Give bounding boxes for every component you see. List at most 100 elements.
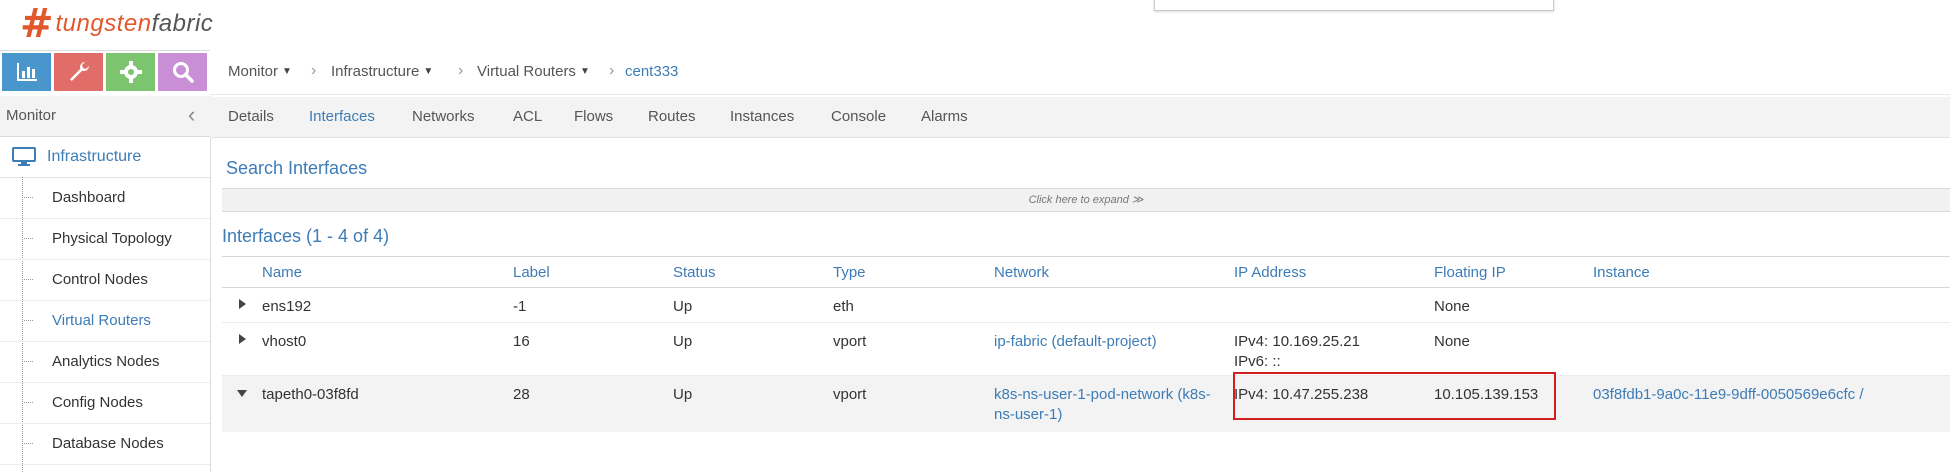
cell-type: eth [833, 298, 854, 315]
nav-query-button[interactable] [158, 53, 207, 91]
sidebar: Monitor ‹ Infrastructure Dashboard Physi… [0, 96, 211, 472]
column-header-network[interactable]: Network [994, 264, 1049, 281]
sidebar-title: Monitor [6, 107, 57, 124]
sidebar-item-label: Physical Topology [52, 230, 172, 247]
cell-floating-ip: None [1434, 298, 1470, 315]
chevron-right-icon: › [311, 62, 317, 79]
ip-line: IPv4: 10.169.25.21 [1234, 333, 1360, 350]
ip-line: IPv6: :: [1234, 353, 1281, 370]
chevron-right-icon: › [458, 62, 464, 79]
cell-name: tapeth0-03f8fd [262, 386, 359, 403]
column-header-type[interactable]: Type [833, 264, 866, 281]
tab-acl[interactable]: ACL [513, 108, 542, 125]
tab-interfaces[interactable]: Interfaces [309, 108, 375, 125]
breadcrumb-label: Monitor [228, 63, 279, 80]
sidebar-item-label: Control Nodes [52, 271, 148, 288]
cell-label: 16 [513, 333, 530, 350]
cell-ip-address: IPv4: 10.169.25.21IPv6: :: [1234, 332, 1360, 372]
interfaces-grid-title: Interfaces (1 - 4 of 4) [222, 226, 390, 246]
sidebar-item-physical-topology[interactable]: Physical Topology [0, 219, 210, 260]
cell-label: -1 [513, 298, 527, 315]
cell-name: vhost0 [262, 333, 307, 350]
breadcrumb-infrastructure[interactable]: Infrastructure ▼ [331, 63, 433, 80]
sidebar-section-label: Infrastructure [47, 148, 142, 165]
tab-routes[interactable]: Routes [648, 108, 696, 125]
logo-text-tungsten: tungsten [55, 10, 152, 37]
cell-type: vport [833, 333, 867, 350]
expand-row-icon[interactable] [239, 299, 246, 309]
sidebar-item-database-nodes[interactable]: Database Nodes [0, 424, 210, 465]
tab-console[interactable]: Console [831, 108, 886, 125]
tab-details[interactable]: Details [228, 108, 274, 125]
breadcrumb-virtual-routers[interactable]: Virtual Routers ▼ [477, 63, 590, 80]
collapse-row-icon[interactable] [237, 390, 247, 397]
sidebar-header: Monitor ‹ [0, 96, 210, 137]
sidebar-item-label: Dashboard [52, 189, 126, 206]
nav-monitor-button[interactable] [2, 53, 51, 91]
bar-chart-icon [16, 63, 37, 81]
grid-header: Name Label Status Type Network IP Addres… [222, 256, 1950, 288]
column-header-label[interactable]: Label [513, 264, 550, 281]
tree-connector [24, 320, 33, 321]
tab-bar: Details Interfaces Networks ACL Flows Ro… [210, 97, 1950, 138]
breadcrumb: Monitor ▼ › Infrastructure ▼ › Virtual Rou… [210, 50, 1950, 95]
sidebar-item-label: Database Nodes [52, 435, 164, 452]
tungsten-fabric-logo-icon: # [20, 0, 54, 47]
collapse-sidebar-icon[interactable]: ‹ [188, 104, 195, 126]
tree-connector [24, 279, 33, 280]
cell-status: Up [673, 298, 693, 315]
sidebar-item-label: Config Nodes [52, 394, 143, 411]
table-row-expanded[interactable]: tapeth0-03f8fd 28 Up vport k8s-ns-user-1… [222, 376, 1950, 432]
tab-flows[interactable]: Flows [574, 108, 613, 125]
network-line: k8s-ns-user-1-pod-network (k8s- [994, 386, 1211, 403]
search-icon [172, 62, 194, 83]
main-nav [0, 50, 210, 94]
tab-alarms[interactable]: Alarms [921, 108, 968, 125]
tree-connector [24, 238, 33, 239]
sidebar-section-infrastructure[interactable]: Infrastructure [0, 137, 210, 178]
caret-down-icon: ▼ [579, 66, 590, 77]
breadcrumb-label: Virtual Routers [477, 63, 576, 80]
tungsten-fabric-logo[interactable]: # tungstenfabric [20, 2, 213, 46]
tree-connector [24, 443, 33, 444]
expand-label: Click here to expand ≫ [1028, 194, 1144, 206]
gear-icon [119, 61, 142, 83]
tree-connector [24, 197, 33, 198]
sidebar-item-analytics-nodes[interactable]: Analytics Nodes [0, 342, 210, 383]
nav-settings-button[interactable] [106, 53, 155, 91]
expand-row-icon[interactable] [239, 334, 246, 344]
cell-instance-link[interactable]: 03f8fdb1-9a0c-11e9-9dff-0050569e6cfc / [1593, 385, 1863, 405]
search-interfaces-title: Search Interfaces [226, 158, 368, 178]
sidebar-item-dashboard[interactable]: Dashboard [0, 178, 210, 219]
column-header-instance[interactable]: Instance [1593, 264, 1650, 281]
monitor-display-icon [12, 147, 36, 166]
tab-networks[interactable]: Networks [412, 108, 475, 125]
cell-status: Up [673, 386, 693, 403]
column-header-ip-address[interactable]: IP Address [1234, 264, 1306, 281]
table-row[interactable]: ens192 -1 Up eth None [222, 288, 1950, 323]
cell-floating-ip: None [1434, 333, 1470, 350]
breadcrumb-current[interactable]: cent333 [625, 63, 678, 80]
tree-connector [24, 361, 33, 362]
tab-instances[interactable]: Instances [730, 108, 794, 125]
table-row[interactable]: vhost0 16 Up vport ip-fabric (default-pr… [222, 323, 1950, 376]
column-header-status[interactable]: Status [673, 264, 716, 281]
nav-configure-button[interactable] [54, 53, 103, 91]
column-header-floating-ip[interactable]: Floating IP [1434, 264, 1506, 281]
cell-network-link[interactable]: ip-fabric (default-project) [994, 332, 1157, 352]
column-header-name[interactable]: Name [262, 264, 302, 281]
sidebar-item-control-nodes[interactable]: Control Nodes [0, 260, 210, 301]
interfaces-grid: Name Label Status Type Network IP Addres… [222, 256, 1950, 432]
sidebar-item-virtual-routers[interactable]: Virtual Routers [0, 301, 210, 342]
cell-network-link[interactable]: k8s-ns-user-1-pod-network (k8s-ns-user-1… [994, 385, 1211, 425]
annotation-highlight-box [1233, 372, 1556, 420]
search-expand-bar[interactable]: Click here to expand ≫ [222, 188, 1950, 212]
chevron-right-icon: › [609, 62, 615, 79]
sidebar-item-label: Analytics Nodes [52, 353, 160, 370]
logo-text-fabric: fabric [151, 10, 214, 37]
cell-type: vport [833, 386, 867, 403]
breadcrumb-label: Infrastructure [331, 63, 420, 80]
cell-name: ens192 [262, 298, 312, 315]
breadcrumb-monitor[interactable]: Monitor ▼ [228, 63, 292, 80]
sidebar-item-config-nodes[interactable]: Config Nodes [0, 383, 210, 424]
